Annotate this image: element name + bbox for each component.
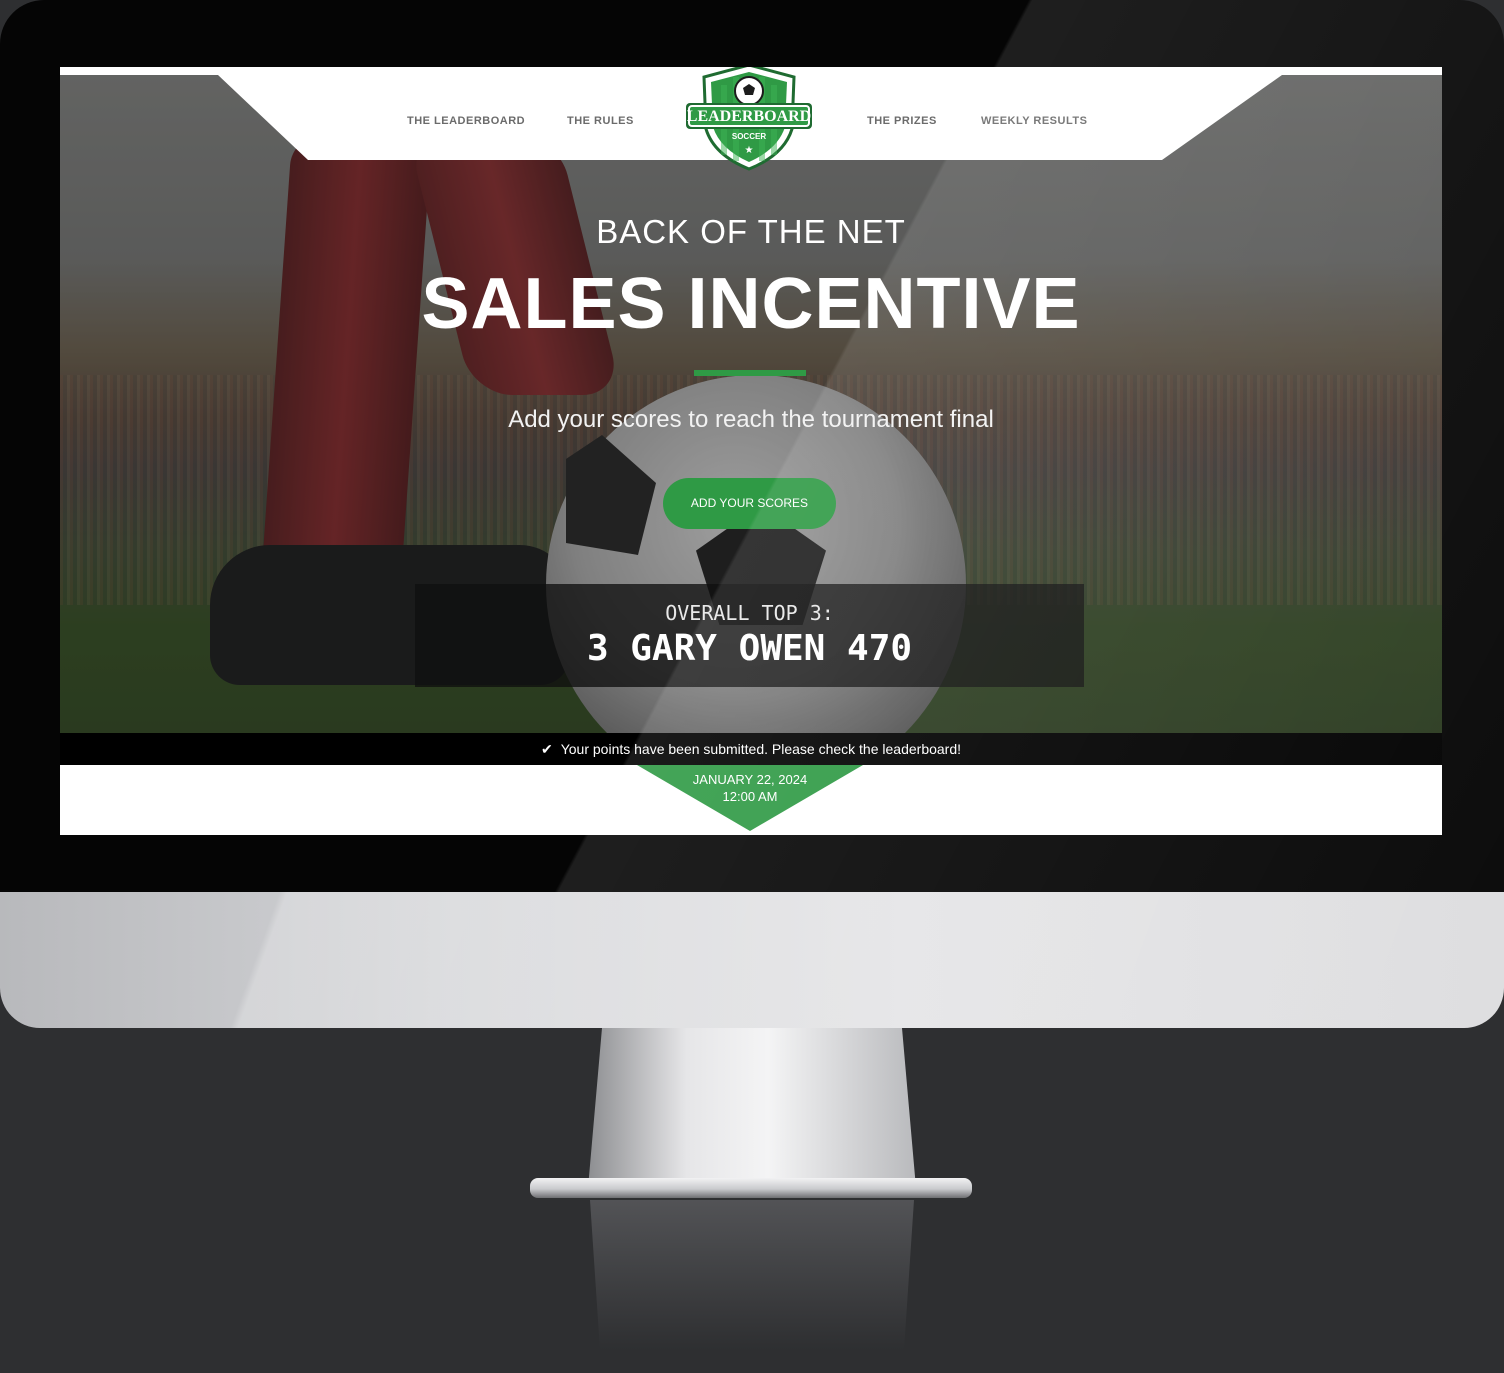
logo-title-text: LEADERBOARD: [687, 108, 811, 125]
hero-headline: SALES INCENTIVE: [421, 264, 1081, 344]
scoreboard-entry: 3 GARY OWEN 470: [586, 628, 913, 669]
scoreboard: OVERALL TOP 3: 3 GARY OWEN 470: [415, 584, 1084, 687]
hero-subtitle: Add your scores to reach the tournament …: [508, 406, 994, 433]
scoreboard-title: OVERALL TOP 3:: [665, 601, 834, 625]
leaderboard-soccer-logo[interactable]: LEADERBOARD SOCCER ★: [684, 67, 814, 171]
notice-text: Your points have been submitted. Please …: [560, 741, 962, 757]
check-icon: ✔: [540, 741, 553, 757]
date-badge-date: JANUARY 22, 2024: [692, 772, 808, 787]
hero-eyebrow: BACK OF THE NET: [596, 213, 906, 250]
add-your-scores-button[interactable]: ADD YOUR SCORES: [663, 478, 836, 529]
submission-notice: ✔ Your points have been submitted. Please…: [60, 733, 1442, 765]
nav-item-leaderboard[interactable]: THE LEADERBOARD: [407, 115, 525, 127]
monitor-stand-neck: [588, 1028, 916, 1188]
accent-divider: [694, 370, 806, 376]
monitor-stand-base: [530, 1178, 972, 1198]
star-icon: ★: [745, 145, 754, 156]
date-badge: JANUARY 22, 2024 12:00 AM: [637, 765, 863, 831]
nav-item-weekly-results[interactable]: WEEKLY RESULTS: [981, 115, 1087, 127]
logo-subtitle-text: SOCCER: [732, 132, 766, 141]
monitor-stand-reflection: [590, 1200, 914, 1350]
monitor-frame: BACK OF THE NET SALES INCENTIVE Add your…: [0, 0, 1504, 1028]
nav-item-prizes[interactable]: THE PRIZES: [867, 115, 937, 127]
screen: BACK OF THE NET SALES INCENTIVE Add your…: [60, 67, 1442, 835]
date-badge-time: 12:00 AM: [722, 789, 778, 804]
monitor-chin: [0, 892, 1504, 1028]
hero-banner: BACK OF THE NET SALES INCENTIVE Add your…: [60, 75, 1442, 733]
nav-item-rules[interactable]: THE RULES: [567, 115, 634, 127]
